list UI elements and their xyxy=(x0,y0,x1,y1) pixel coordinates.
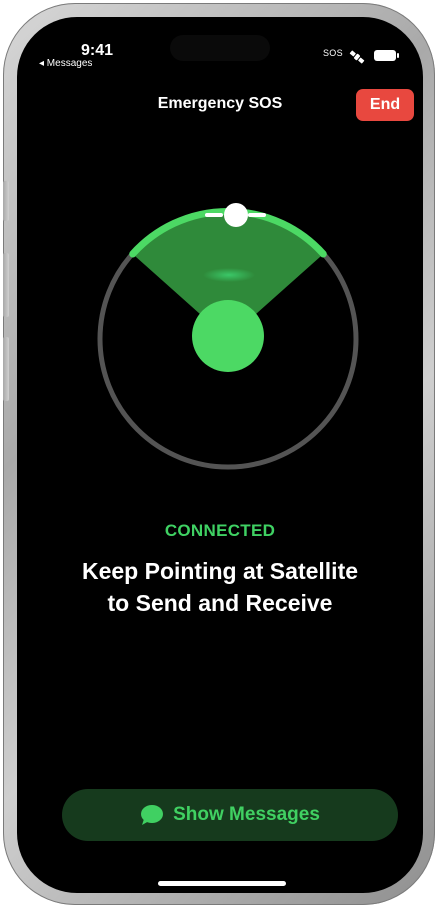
sos-indicator: SOS xyxy=(323,48,343,58)
target-circle xyxy=(192,300,264,372)
battery-icon xyxy=(374,50,399,61)
action-button xyxy=(3,181,9,221)
instruction-headline: Keep Pointing at Satellite to Send and R… xyxy=(37,555,403,619)
satellite-marker-icon xyxy=(224,203,248,227)
headline-line-2: to Send and Receive xyxy=(107,590,333,616)
headline-line-1: Keep Pointing at Satellite xyxy=(81,558,359,584)
dynamic-island xyxy=(170,35,270,61)
volume-up-button xyxy=(3,253,9,317)
home-indicator[interactable] xyxy=(158,881,286,886)
satellite-marker-bar xyxy=(205,213,223,217)
message-bubble-icon xyxy=(141,805,164,825)
show-messages-button[interactable]: Show Messages xyxy=(62,789,398,841)
show-messages-label: Show Messages xyxy=(173,804,320,825)
end-button[interactable]: End xyxy=(356,89,414,121)
connection-status: CONNECTED xyxy=(164,521,276,540)
screen: 9:41 ◂ Messages SOS Emergency SOS End CO… xyxy=(17,17,423,893)
phone-frame: 9:41 ◂ Messages SOS Emergency SOS End CO… xyxy=(3,3,435,905)
volume-down-button xyxy=(3,337,9,401)
satellite-pointing-radar xyxy=(97,203,359,470)
satellite-icon xyxy=(349,50,365,64)
signal-glow xyxy=(203,268,255,282)
back-to-messages-link[interactable]: ◂ Messages xyxy=(39,58,92,69)
